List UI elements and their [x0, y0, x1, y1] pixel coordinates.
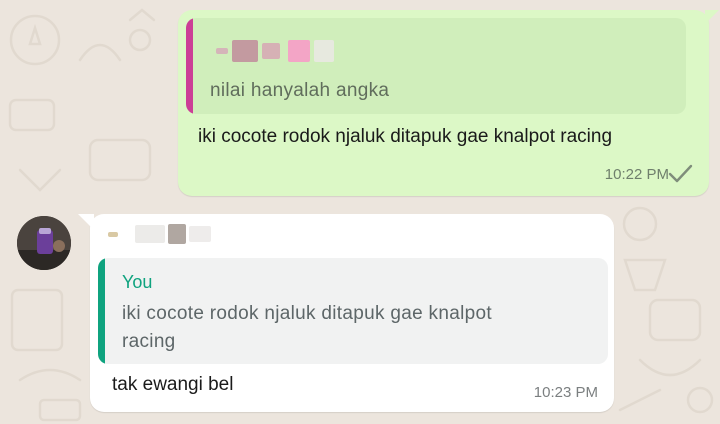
blur-pixel	[216, 48, 228, 54]
message-time: 10:22 PM	[604, 166, 669, 183]
message-text: iki cocote rodok njaluk ditapuk gae knal…	[198, 126, 613, 147]
quoted-message[interactable]: nilai hanyalah angka	[186, 18, 686, 114]
sender-name-blurred	[108, 224, 211, 244]
blur-pixel	[135, 225, 165, 243]
blur-pixel	[262, 43, 280, 59]
avatar[interactable]	[17, 216, 71, 270]
quoted-text: iki cocote rodok njaluk ditapuk gae knal…	[122, 303, 492, 352]
blur-pixel	[108, 231, 118, 237]
quoted-sender-name-blurred	[216, 38, 334, 64]
blur-pixel	[314, 40, 334, 62]
incoming-message-bubble[interactable]: You iki cocote rodok njaluk ditapuk gae …	[78, 214, 614, 412]
message-time: 10:23 PM	[533, 384, 598, 401]
avatar-photo-icon	[17, 216, 71, 270]
quoted-message[interactable]: You iki cocote rodok njaluk ditapuk gae …	[98, 258, 608, 364]
quote-accent-bar	[186, 18, 193, 114]
blur-pixel	[288, 40, 310, 62]
outgoing-message-bubble[interactable]: nilai hanyalah angka iki cocote rodok nj…	[178, 10, 719, 196]
quoted-text: nilai hanyalah angka	[210, 80, 390, 101]
message-text: tak ewangi bel	[112, 374, 234, 395]
blur-pixel	[232, 40, 258, 62]
blur-pixel	[168, 224, 186, 244]
quote-accent-bar	[98, 258, 105, 364]
blur-pixel	[189, 226, 211, 242]
quoted-author: You	[122, 272, 153, 292]
single-check-icon	[668, 164, 693, 183]
